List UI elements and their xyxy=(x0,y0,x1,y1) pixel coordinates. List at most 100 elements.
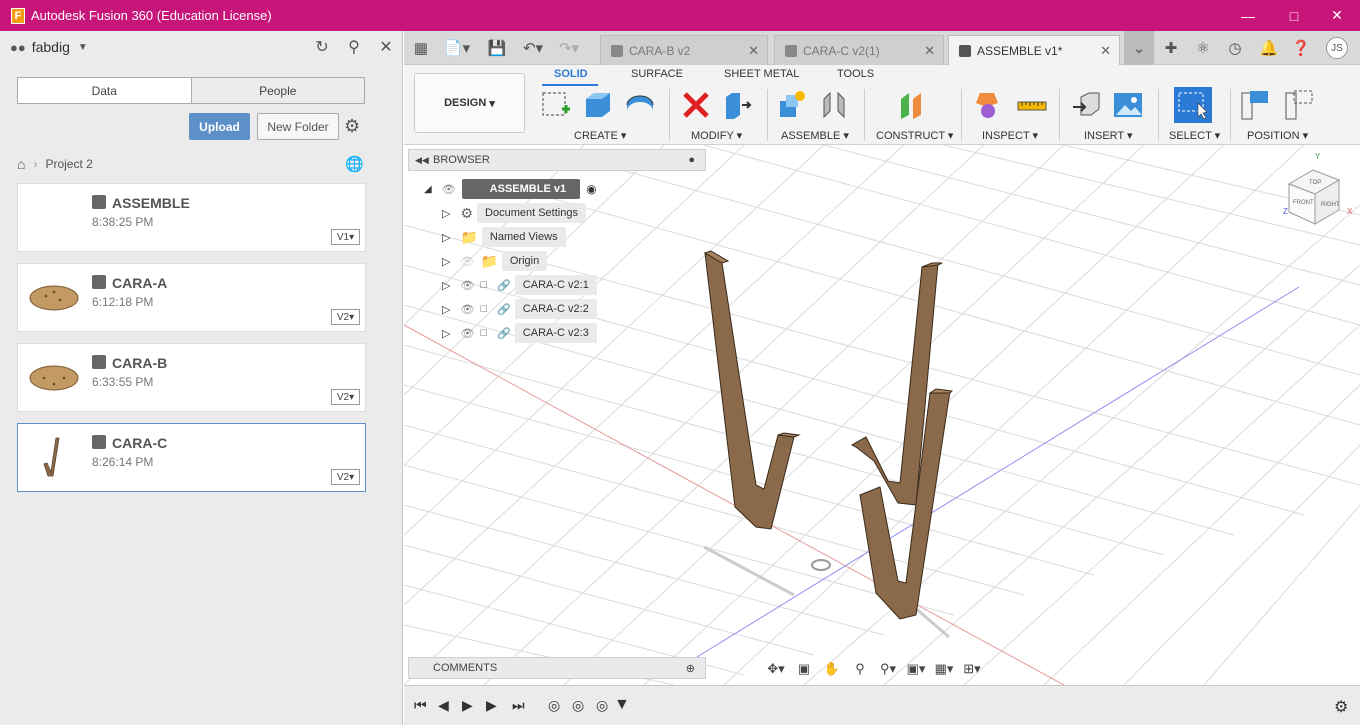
insert-derive-icon[interactable] xyxy=(1071,89,1103,121)
browser-item-named-views[interactable]: ▷ 📁 Named Views xyxy=(442,226,566,248)
minus-icon[interactable]: ● xyxy=(688,154,695,166)
expand-triangle-icon[interactable]: ▷ xyxy=(442,303,450,316)
version-dropdown[interactable]: V2 ▾ xyxy=(331,469,360,485)
close-tab-icon[interactable]: ✕ xyxy=(748,43,759,59)
grid-settings-icon[interactable]: ▦▾ xyxy=(932,661,956,677)
capture-position-icon[interactable] xyxy=(1240,89,1272,121)
file-card-cara-c[interactable]: CARA-C 8:26:14 PM V2 ▾ xyxy=(17,423,366,492)
globe-icon[interactable]: 🌐 xyxy=(345,155,364,173)
measure-icon[interactable] xyxy=(1016,89,1048,121)
expand-triangle-icon[interactable]: ▷ xyxy=(442,207,450,220)
gear-icon[interactable]: ⚙ xyxy=(344,116,360,137)
timeline-settings-gear-icon[interactable]: ⚙ xyxy=(1334,697,1348,717)
hidden-eye-icon[interactable]: 👁 xyxy=(460,255,474,268)
add-comment-icon[interactable]: ⊕ xyxy=(686,662,695,675)
browser-item-cara-c-3[interactable]: ▷ 👁 □ 🔗 CARA-C v2:3 xyxy=(442,322,597,344)
position-menu[interactable]: POSITION ▾ xyxy=(1247,129,1308,142)
new-folder-button[interactable]: New Folder xyxy=(257,113,339,140)
tab-tools[interactable]: TOOLS xyxy=(837,68,874,80)
tab-solid[interactable]: SOLID xyxy=(554,68,588,80)
user-avatar[interactable]: JS xyxy=(1322,31,1352,65)
step-back-icon[interactable]: ◀ xyxy=(438,697,449,714)
file-card-cara-a[interactable]: CARA-A 6:12:18 PM V2 ▾ xyxy=(17,263,366,332)
go-to-start-icon[interactable]: ⏮ xyxy=(414,697,427,714)
modify-menu[interactable]: MODIFY ▾ xyxy=(691,129,742,142)
visibility-eye-icon[interactable]: 👁 xyxy=(460,303,474,316)
browser-item-cara-c-2[interactable]: ▷ 👁 □ 🔗 CARA-C v2:2 xyxy=(442,298,597,320)
grid-icon[interactable]: ▦ xyxy=(406,31,436,65)
create-menu[interactable]: CREATE ▾ xyxy=(574,129,626,142)
expand-triangle-icon[interactable]: ▷ xyxy=(442,279,450,292)
breadcrumb-project[interactable]: Project 2 xyxy=(45,157,92,171)
joint-icon[interactable] xyxy=(818,89,850,121)
insert-menu[interactable]: INSERT ▾ xyxy=(1084,129,1133,142)
tab-overflow-icon[interactable]: ⌄ xyxy=(1124,31,1154,65)
notifications-icon[interactable]: 🔔 xyxy=(1254,31,1284,65)
timeline-feature-icon[interactable]: ◎ xyxy=(548,697,560,714)
extensions-icon[interactable]: ⚛ xyxy=(1188,31,1218,65)
browser-header[interactable]: ◀◀ BROWSER ● xyxy=(408,149,706,171)
chevron-down-icon[interactable]: ▼ xyxy=(78,42,88,53)
timeline-feature-icon[interactable]: ◎ xyxy=(596,697,608,714)
create-sketch-icon[interactable] xyxy=(540,89,572,121)
minimize-button[interactable]: — xyxy=(1225,0,1271,31)
refresh-icon[interactable]: ↻ xyxy=(306,37,338,57)
delete-icon[interactable] xyxy=(680,89,712,121)
close-tab-icon[interactable]: ✕ xyxy=(1100,43,1111,59)
search-icon[interactable]: ⚲ xyxy=(338,37,370,57)
zoom-icon[interactable]: ⚲ xyxy=(848,661,872,677)
offset-plane-icon[interactable] xyxy=(897,89,929,121)
revert-position-icon[interactable] xyxy=(1284,89,1316,121)
visibility-eye-icon[interactable]: 👁 xyxy=(442,183,456,196)
go-to-end-icon[interactable]: ⏭ xyxy=(512,697,525,714)
assemble-menu[interactable]: ASSEMBLE ▾ xyxy=(781,129,849,142)
undo-icon[interactable]: ↶▾ xyxy=(518,31,548,65)
collapse-triangle-icon[interactable]: ◢ xyxy=(424,184,432,195)
workspace-switcher[interactable]: DESIGN ▾ xyxy=(414,73,525,133)
expand-triangle-icon[interactable]: ▷ xyxy=(442,255,450,268)
timeline-feature-icon[interactable]: ◎ xyxy=(572,697,584,714)
browser-item-origin[interactable]: ▷ 👁 📁 Origin xyxy=(442,250,548,272)
maximize-button[interactable]: □ xyxy=(1271,0,1317,31)
step-forward-icon[interactable]: ▶ xyxy=(486,697,497,714)
version-dropdown[interactable]: V1 ▾ xyxy=(331,229,360,245)
new-component-icon[interactable] xyxy=(776,89,808,121)
job-status-icon[interactable]: ◷ xyxy=(1220,31,1250,65)
construct-menu[interactable]: CONSTRUCT ▾ xyxy=(876,129,953,142)
home-icon[interactable]: ⌂ xyxy=(17,156,25,172)
press-pull-icon[interactable] xyxy=(720,89,752,121)
interference-icon[interactable] xyxy=(972,89,1004,121)
orbit-icon[interactable]: ✥▾ xyxy=(764,661,788,677)
visibility-eye-icon[interactable]: 👁 xyxy=(460,327,474,340)
pan-icon[interactable]: ✋ xyxy=(820,661,844,677)
look-at-icon[interactable]: ▣ xyxy=(792,661,816,677)
play-icon[interactable]: ▶ xyxy=(462,697,473,714)
tab-cara-b[interactable]: CARA-B v2 ✕ xyxy=(600,35,768,65)
inspect-menu[interactable]: INSPECT ▾ xyxy=(982,129,1038,142)
version-dropdown[interactable]: V2 ▾ xyxy=(331,309,360,325)
browser-root[interactable]: ◢ 👁 ASSEMBLE v1 ◉ xyxy=(424,178,597,200)
tab-cara-c[interactable]: CARA-C v2(1) ✕ xyxy=(774,35,944,65)
expand-triangle-icon[interactable]: ▷ xyxy=(442,231,450,244)
close-panel-icon[interactable]: ✕ xyxy=(370,37,402,57)
tab-data[interactable]: Data xyxy=(18,78,191,103)
expand-triangle-icon[interactable]: ▷ xyxy=(442,327,450,340)
browser-item-document-settings[interactable]: ▷ ⚙ Document Settings xyxy=(442,202,586,224)
display-settings-icon[interactable]: ▣▾ xyxy=(904,661,928,677)
file-card-cara-b[interactable]: CARA-B 6:33:55 PM V2 ▾ xyxy=(17,343,366,412)
tab-assemble[interactable]: ASSEMBLE v1* ✕ xyxy=(948,35,1120,65)
extrude-icon[interactable] xyxy=(582,89,614,121)
file-menu-icon[interactable]: 📄▾ xyxy=(442,31,472,65)
revolve-icon[interactable] xyxy=(624,89,656,121)
insert-canvas-icon[interactable] xyxy=(1112,89,1144,121)
file-card-assemble[interactable]: ASSEMBLE 8:38:25 PM V1 ▾ xyxy=(17,183,366,252)
version-dropdown[interactable]: V2 ▾ xyxy=(331,389,360,405)
activate-radio-icon[interactable]: ◉ xyxy=(586,182,596,196)
collapse-browser-icon[interactable]: ◀◀ xyxy=(415,155,429,166)
tab-surface[interactable]: SURFACE xyxy=(631,68,683,80)
select-icon[interactable] xyxy=(1174,87,1212,123)
comments-panel[interactable]: COMMENTS ⊕ xyxy=(408,657,706,679)
browser-item-cara-c-1[interactable]: ▷ 👁 □ 🔗 CARA-C v2:1 xyxy=(442,274,597,296)
viewports-icon[interactable]: ⊞▾ xyxy=(960,661,984,677)
visibility-eye-icon[interactable]: 👁 xyxy=(460,279,474,292)
